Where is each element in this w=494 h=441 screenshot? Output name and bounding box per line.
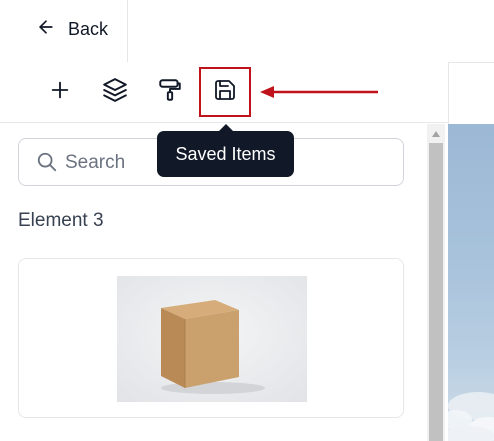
plus-icon [49, 79, 71, 106]
section-heading: Element 3 [18, 210, 104, 231]
back-button[interactable]: Back [36, 14, 108, 44]
search-input[interactable] [65, 149, 165, 177]
triangle-up-icon [432, 124, 440, 142]
header-divider [127, 0, 128, 62]
saved-items-tooltip: Saved Items [157, 131, 294, 177]
scrollbar-thumb[interactable] [429, 143, 443, 441]
layers-icon [102, 77, 128, 108]
cardboard-box-image [117, 276, 307, 402]
back-label: Back [68, 18, 109, 39]
arrow-left-icon [36, 17, 56, 42]
annotation-arrow-icon [260, 86, 378, 98]
annotation-highlight-box [199, 67, 251, 117]
search-icon [36, 151, 58, 178]
paint-roller-icon [157, 77, 183, 108]
toolbar-divider [448, 62, 449, 124]
canvas-preview[interactable] [448, 124, 494, 441]
add-button[interactable] [41, 73, 79, 111]
styles-button[interactable] [151, 73, 189, 111]
layers-button[interactable] [96, 73, 134, 111]
scroll-up-button[interactable] [427, 124, 445, 142]
